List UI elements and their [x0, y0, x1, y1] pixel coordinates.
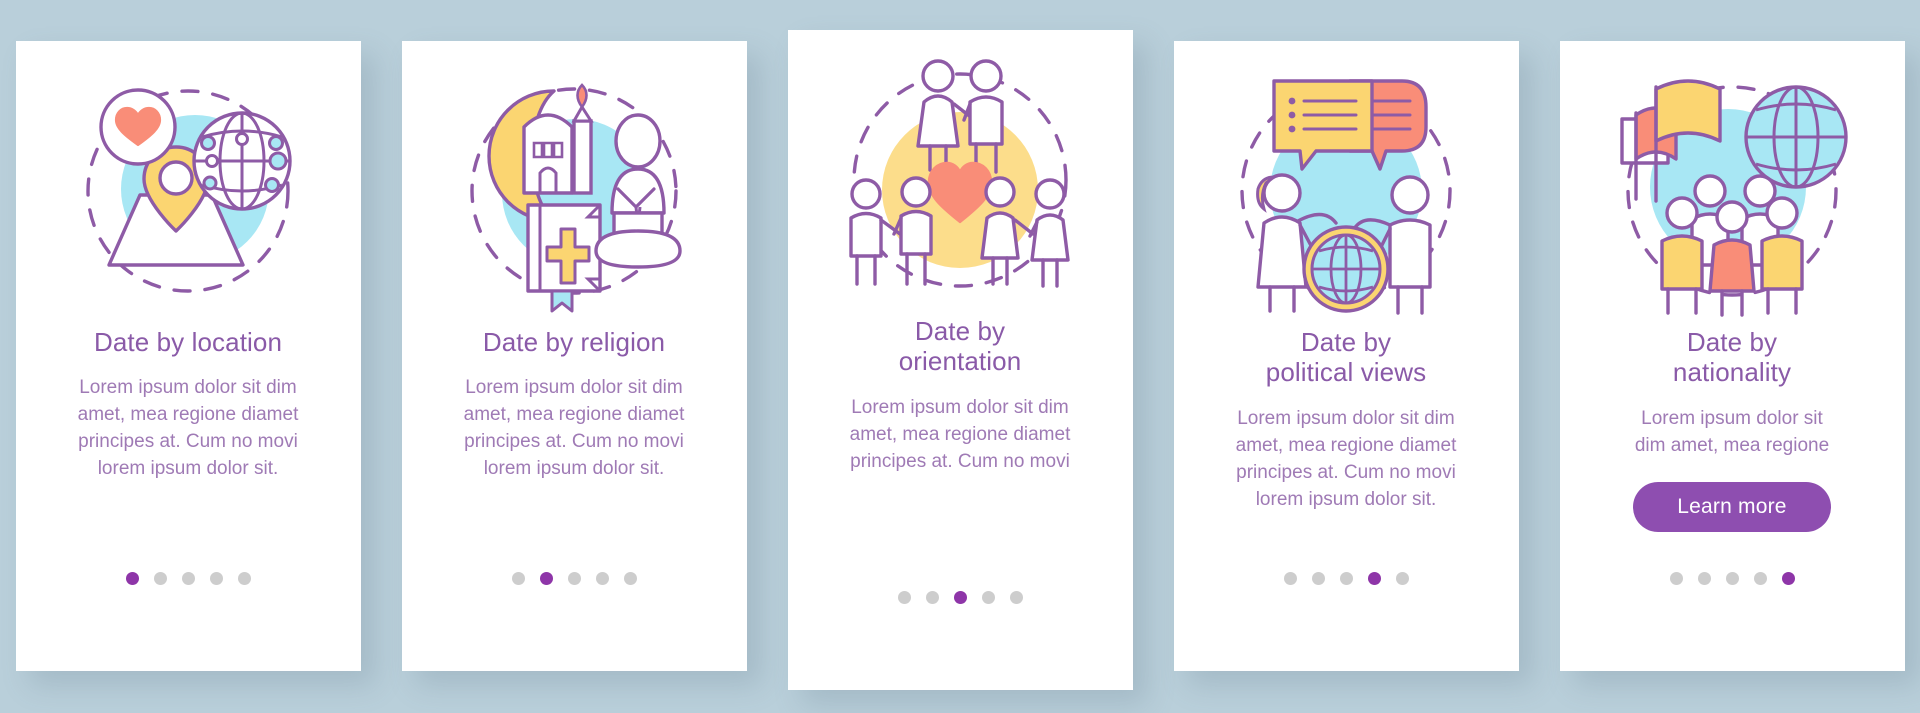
pagination-dot[interactable] [1725, 572, 1739, 585]
description-line: lorem ipsum dolor sit. [97, 458, 279, 480]
screen-title: Date by nationality [1673, 327, 1791, 388]
onboarding-screen-date-by-nationality: Date by nationality Lorem ipsum dolor si… [1559, 41, 1905, 671]
description-line: principes at. Cum no movi [1236, 461, 1456, 483]
pagination-dot[interactable] [981, 591, 995, 604]
pagination-dot[interactable] [125, 572, 139, 585]
screen-title-line: political views [1265, 357, 1427, 388]
debate-speech-globe-icon [1220, 65, 1472, 317]
description-line: amet, mea regione diamet [463, 404, 685, 426]
screen-title-line: Date by [1686, 327, 1778, 357]
religion-symbols-icon [448, 65, 700, 317]
description-line: Lorem ipsum dolor sit dim [1237, 407, 1455, 429]
pagination-dot[interactable] [1395, 572, 1409, 585]
pagination-dot[interactable] [1367, 572, 1381, 585]
screen-title-line: orientation [898, 346, 1022, 377]
screen-description: Lorem ipsum dolor sit dim amet, mea regi… [1236, 406, 1457, 514]
onboarding-screens-board: Date by location Lorem ipsum dolor sit d… [0, 0, 1920, 713]
pagination-dot[interactable] [953, 591, 967, 604]
location-heart-globe-icon [62, 65, 314, 317]
pagination-dot[interactable] [925, 591, 939, 604]
onboarding-screen-date-by-orientation: Date by orientation Lorem ipsum dolor si… [787, 30, 1133, 690]
pagination-dot[interactable] [1311, 572, 1325, 585]
pagination-dot[interactable] [595, 572, 609, 585]
screen-description: Lorem ipsum dolor sit dim amet, mea regi… [78, 375, 299, 483]
pagination-dot[interactable] [181, 572, 195, 585]
description-line: amet, mea regione diamet [77, 404, 299, 426]
pagination-dots[interactable] [1560, 572, 1905, 585]
pagination-dot[interactable] [1753, 572, 1767, 585]
description-line: dim amet, mea regione [1634, 434, 1830, 456]
description-line: amet, mea regione diamet [849, 423, 1071, 445]
pagination-dot[interactable] [209, 572, 223, 585]
pagination-dot[interactable] [1697, 572, 1711, 585]
description-line: Lorem ipsum dolor sit [1641, 407, 1823, 429]
pagination-dot[interactable] [1669, 572, 1683, 585]
description-line: Lorem ipsum dolor sit dim [851, 396, 1069, 418]
pagination-dot[interactable] [1781, 572, 1795, 585]
pagination-dot[interactable] [567, 572, 581, 585]
pagination-dots[interactable] [402, 572, 747, 585]
description-line: lorem ipsum dolor sit. [1255, 488, 1437, 510]
screen-title: Date by political views [1266, 327, 1426, 388]
description-line: Lorem ipsum dolor sit dim [79, 377, 297, 399]
pagination-dot[interactable] [897, 591, 911, 604]
couples-heart-icon [834, 54, 1086, 306]
pagination-dots[interactable] [788, 591, 1133, 604]
screen-title: Date by religion [483, 327, 665, 357]
screen-description: Lorem ipsum dolor sit dim amet, mea regi… [464, 375, 685, 483]
description-line: principes at. Cum no movi [78, 431, 298, 453]
description-line: principes at. Cum no movi [850, 450, 1070, 472]
screen-title-line: Date by [1300, 327, 1392, 357]
pagination-dot[interactable] [237, 572, 251, 585]
onboarding-screen-date-by-location: Date by location Lorem ipsum dolor sit d… [15, 41, 361, 671]
screen-title: Date by location [94, 327, 282, 357]
screen-description: Lorem ipsum dolor sit dim amet, mea regi… [1635, 406, 1829, 460]
pagination-dot[interactable] [623, 572, 637, 585]
description-line: amet, mea regione diamet [1235, 434, 1457, 456]
pagination-dot[interactable] [539, 572, 553, 585]
description-line: Lorem ipsum dolor sit dim [465, 377, 683, 399]
flags-globe-people-icon [1606, 65, 1858, 317]
screen-title-line: Date by religion [482, 327, 666, 357]
pagination-dots[interactable] [16, 572, 361, 585]
description-line: principes at. Cum no movi [464, 431, 684, 453]
pagination-dot[interactable] [1339, 572, 1353, 585]
screen-title: Date by orientation [899, 316, 1022, 377]
description-line: lorem ipsum dolor sit. [483, 458, 665, 480]
pagination-dots[interactable] [1174, 572, 1519, 585]
screen-title-line: Date by location [93, 327, 283, 357]
pagination-dot[interactable] [1283, 572, 1297, 585]
pagination-dot[interactable] [1009, 591, 1023, 604]
learn-more-button[interactable]: Learn more [1633, 481, 1831, 532]
pagination-dot[interactable] [511, 572, 525, 585]
onboarding-screen-date-by-political-views: Date by political views Lorem ipsum dolo… [1173, 41, 1519, 671]
screen-title-line: nationality [1672, 357, 1792, 388]
screen-title-line: Date by [914, 316, 1006, 346]
screen-description: Lorem ipsum dolor sit dim amet, mea regi… [850, 395, 1071, 476]
onboarding-screen-date-by-religion: Date by religion Lorem ipsum dolor sit d… [401, 41, 747, 671]
pagination-dot[interactable] [153, 572, 167, 585]
